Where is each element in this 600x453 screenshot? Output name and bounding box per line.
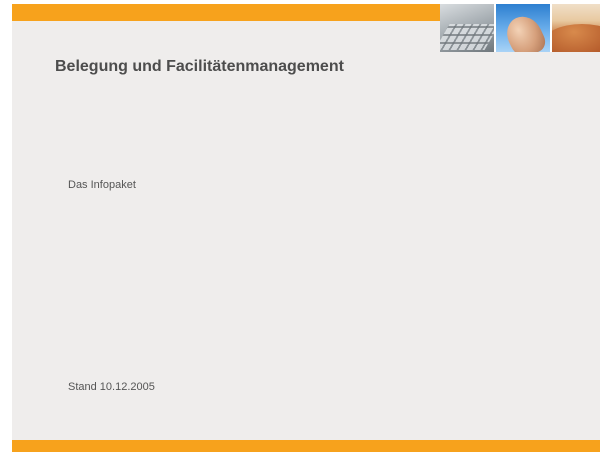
- status-date: Stand 10.12.2005: [68, 381, 155, 393]
- slide-title: Belegung und Facilitätenmanagement: [55, 58, 344, 75]
- top-accent-bar: [12, 4, 440, 21]
- slide: Belegung und Facilitätenmanagement Das I…: [12, 4, 600, 452]
- hand-photo: [496, 4, 550, 52]
- desert-photo: [552, 4, 600, 52]
- keyboard-photo: [440, 4, 494, 52]
- slide-subtitle: Das Infopaket: [68, 179, 136, 191]
- bottom-accent-bar: [12, 440, 600, 452]
- header-photo-strip: [440, 4, 600, 52]
